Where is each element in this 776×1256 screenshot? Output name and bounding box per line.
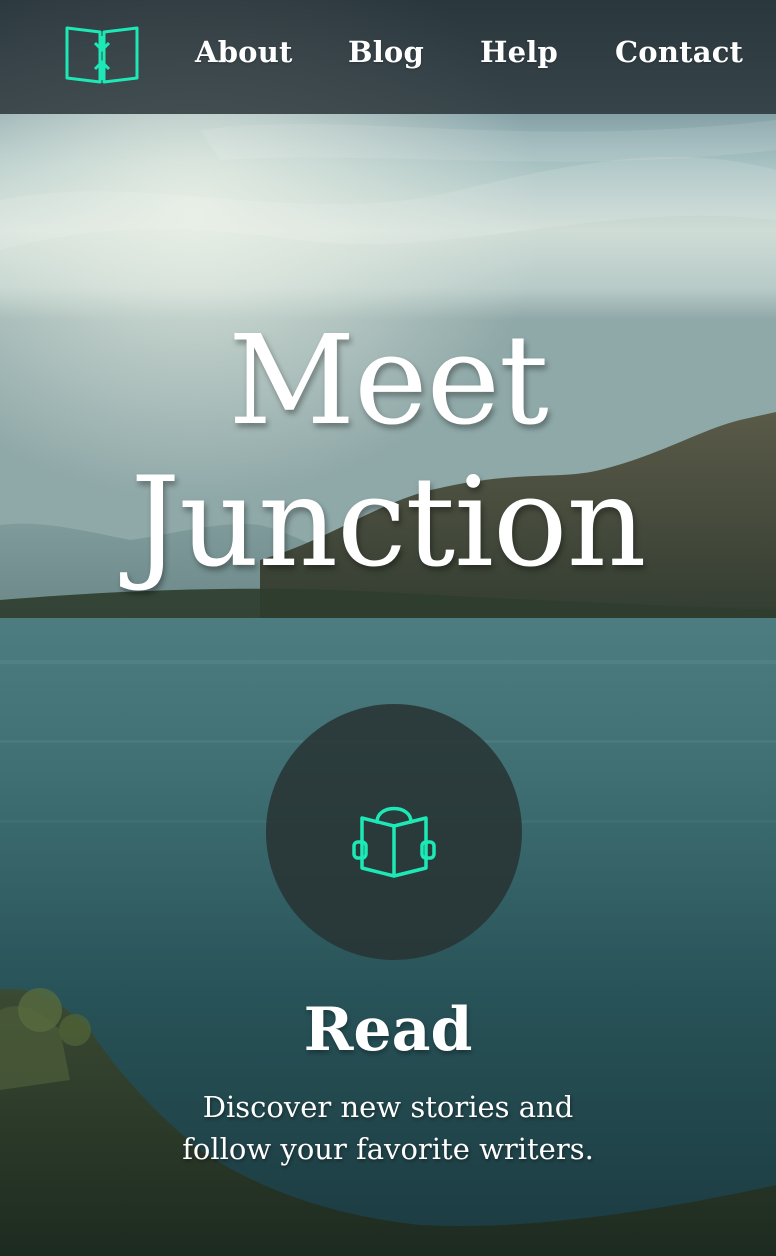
feature-description-line2: follow your favorite writers. xyxy=(182,1132,594,1166)
nav-about-link[interactable]: About xyxy=(195,0,293,104)
hero-title-line2: Junction xyxy=(130,451,647,595)
read-feature-badge xyxy=(266,704,522,960)
nav-contact-link[interactable]: Contact xyxy=(615,0,743,104)
nav-help-link[interactable]: Help xyxy=(480,0,558,104)
reader-book-icon xyxy=(352,806,436,878)
hero-title: Meet Junction xyxy=(0,310,776,594)
hero-title-line1: Meet xyxy=(228,309,549,453)
landing-page: About Blog Help Contact Meet Junction Re… xyxy=(0,0,776,1256)
top-nav-bar: About Blog Help Contact xyxy=(0,0,776,114)
feature-description: Discover new stories and follow your fav… xyxy=(88,1086,688,1170)
nav-blog-link[interactable]: Blog xyxy=(348,0,424,104)
feature-title: Read xyxy=(303,995,473,1065)
feature-description-line1: Discover new stories and xyxy=(202,1090,574,1124)
book-arrows-logo-icon[interactable] xyxy=(64,22,140,86)
